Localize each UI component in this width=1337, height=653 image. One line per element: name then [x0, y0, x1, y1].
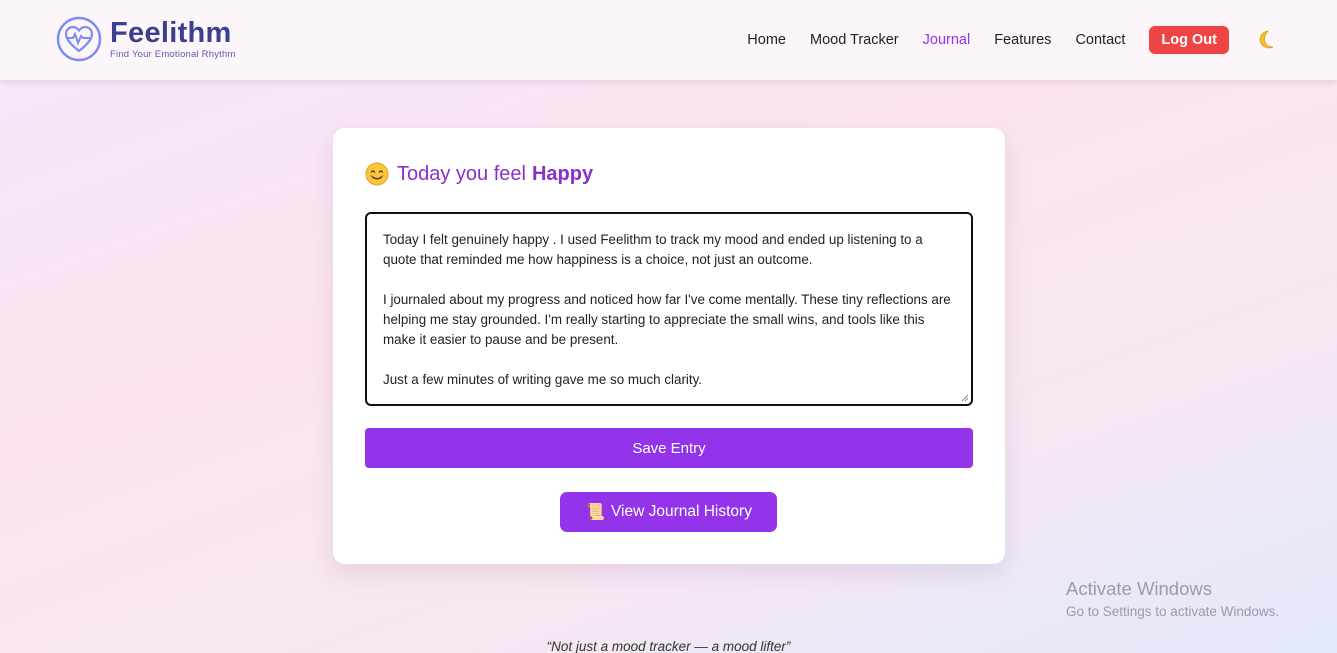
nav-link-journal[interactable]: Journal — [923, 32, 971, 48]
nav-link-contact[interactable]: Contact — [1075, 32, 1125, 48]
nav-link-features[interactable]: Features — [994, 32, 1051, 48]
navbar: Feelithm Find Your Emotional Rhythm Home… — [0, 0, 1337, 80]
resize-handle-icon[interactable] — [961, 394, 969, 402]
nav-link-mood-tracker[interactable]: Mood Tracker — [810, 32, 899, 48]
nav-links: Home Mood Tracker Journal Features Conta… — [723, 26, 1277, 54]
mood-heading: Today you feel Happy — [365, 162, 593, 186]
moon-icon[interactable] — [1253, 28, 1277, 52]
brand[interactable]: Feelithm Find Your Emotional Rhythm — [56, 16, 236, 62]
entry-paragraph-3: Just a few minutes of writing gave me so… — [383, 372, 703, 387]
scroll-icon: 📜 — [585, 504, 605, 521]
logout-button[interactable]: Log Out — [1149, 26, 1229, 54]
journal-entry-textarea[interactable]: Today I felt genuinely happy . I used Fe… — [365, 212, 973, 406]
watermark-subtitle: Go to Settings to activate Windows. — [1066, 604, 1280, 619]
view-journal-history-button[interactable]: 📜 View Journal History — [560, 492, 777, 532]
entry-paragraph-1: Today I felt genuinely happy . I used Fe… — [383, 232, 923, 267]
watermark-title: Activate Windows — [1066, 578, 1212, 599]
nav-link-home[interactable]: Home — [747, 32, 786, 48]
activate-windows-watermark: Activate Windows Go to Settings to activ… — [1066, 578, 1279, 619]
brand-name: Feelithm — [110, 17, 232, 49]
smiling-face-icon — [365, 162, 389, 186]
brand-tagline: Find Your Emotional Rhythm — [110, 49, 236, 60]
save-entry-button[interactable]: Save Entry — [365, 428, 973, 468]
mood-label: Happy — [531, 162, 594, 185]
footer-quote: “Not just a mood tracker — a mood lifter… — [546, 639, 791, 653]
heading-prefix: Today you feel — [397, 162, 526, 185]
entry-paragraph-2: I journaled about my progress and notice… — [383, 292, 951, 347]
history-button-label: View Journal History — [610, 503, 752, 520]
journal-card: Today you feel Happy Today I felt genuin… — [333, 128, 1005, 564]
heart-pulse-icon — [56, 16, 102, 62]
